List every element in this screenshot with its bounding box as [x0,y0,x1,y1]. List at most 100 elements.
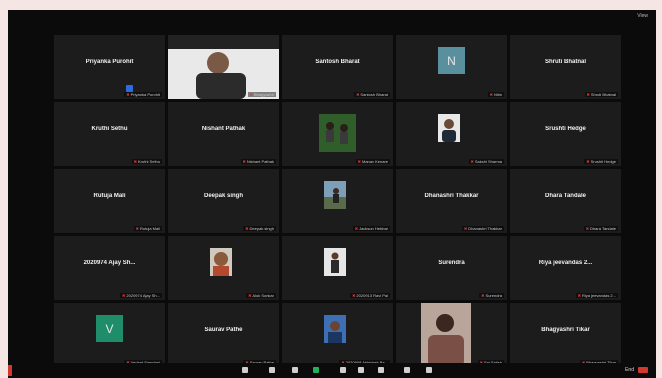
gallery-grid: Priyanka Purohit ✖Priyanka Purohit ✖Bhagya… [54,35,622,367]
participant-label: ✖Dhanashri Thakkar [461,226,504,231]
record-icon[interactable] [378,367,384,373]
participant-tile[interactable]: Rutuja Mali ✖Rutuja Mali [54,169,165,233]
mute-icon[interactable] [242,367,248,373]
participant-tile[interactable]: Nishant Pathak ✖Nishant Pathak [168,102,279,166]
participant-tile[interactable]: ✖Alok Sonkar [168,236,279,300]
participant-label: ✖Jackson Hebbar [352,226,390,231]
participant-tile[interactable]: ✖Sakshi Sharma [396,102,507,166]
muted-mic-icon: ✖ [245,226,249,231]
participant-label-text: 2020974 Ajay Sh... [126,293,160,298]
participant-label: ✖Priyanka Purohit [124,92,162,97]
participant-tile[interactable]: Surendra ✖Surendra [396,236,507,300]
participant-video [168,35,279,99]
muted-mic-icon: ✖ [354,226,359,231]
muted-mic-icon: ✖ [249,92,253,97]
participant-tile[interactable]: ✖Jackson Hebbar [282,169,393,233]
participant-label-text: Srushti Hedge [590,159,616,164]
muted-mic-icon: ✖ [352,293,356,298]
participant-label-text: 2020913 Ravi Pal [356,293,388,298]
participant-name: Bhagyashri Tikar [541,327,590,333]
participant-label-text: Rutuja Mali [139,226,160,231]
participant-tile[interactable]: ✖2020908 Abhishek Ba... [282,303,393,367]
muted-mic-icon: ✖ [481,293,485,298]
participant-name: Nishant Pathak [201,126,246,132]
participant-label: ✖Manav Kenare [355,159,390,164]
end-button[interactable] [638,367,648,373]
participant-label: ✖Bhagyashri [247,92,276,97]
participant-label-text: Priyanka Purohit [130,92,160,97]
top-bar: View [8,10,656,28]
participant-label: ✖Riya jeevandas 2... [575,293,618,298]
participant-tile[interactable]: ✖Manav Kenare [282,102,393,166]
participant-label-text: Sakshi Sharma [474,159,502,164]
participant-tile[interactable]: 2020974 Ajay Sh... ✖2020974 Ajay Sh... [54,236,165,300]
participant-name: Riya jeevandas 2... [538,260,593,266]
participant-tile[interactable]: N ✖Nitin [396,35,507,99]
participant-name: Surendra [438,260,465,266]
end-label: End [625,367,634,373]
participant-tile[interactable]: ✖2020913 Ravi Pal [282,236,393,300]
muted-mic-icon: ✖ [586,159,590,164]
participant-photo [324,248,346,276]
muted-mic-icon: ✖ [463,226,468,231]
participant-name: Srushti Hedge [545,126,586,132]
video-icon[interactable] [269,367,275,373]
participant-tile[interactable]: Santosh Bharat ✖Santosh Bharat [282,35,393,99]
participant-name: Deepak singh [203,193,243,199]
participant-label-text: Nishant Pathak [246,159,274,164]
participant-photo [324,181,346,209]
participant-tile[interactable]: Priyanka Purohit ✖Priyanka Purohit [54,35,165,99]
participant-label: ✖Surendra [479,293,504,298]
participant-label: ✖Shruti Bhatnal [584,92,618,97]
muted-mic-icon: ✖ [126,92,130,97]
reactions-icon[interactable] [404,367,410,373]
participant-video [282,102,393,166]
participant-tile[interactable]: Deepak singh ✖Deepak singh [168,169,279,233]
security-icon[interactable] [292,367,298,373]
participant-name: Kruthi Sethu [91,126,128,132]
participant-photo [438,114,460,142]
recording-indicator [8,365,12,376]
participant-tile[interactable]: Shruti Bhatnal ✖Shruti Bhatnal [510,35,621,99]
participant-label-text: Alok Sonkar [252,293,274,298]
participant-tile[interactable]: Bhagyashri Tikar✖Bhagyashri Tikar [510,303,621,367]
participant-label: ✖Alok Sonkar [246,293,276,298]
participant-tile[interactable]: Dhara Tandale ✖Dhara Tandale [510,169,621,233]
participant-label: ✖Nishant Pathak [240,159,276,164]
participant-label: ✖Deepak singh [243,226,276,231]
participant-tile[interactable]: ✖Bhagyashri [168,35,279,99]
chat-icon[interactable] [340,367,346,373]
meeting-window: View Priyanka Purohit ✖Priyanka Purohit ✖B… [8,10,656,378]
participant-label-text: Jackson Hebbar [359,226,388,231]
participant-tile[interactable]: Riya jeevandas 2... ✖Riya jeevandas 2... [510,236,621,300]
participant-tile[interactable]: ✖Sai Satish [396,303,507,367]
muted-mic-icon: ✖ [122,293,126,298]
participant-tile[interactable]: V✖Vedant Samdani [54,303,165,367]
participant-tile[interactable]: Saurav Pathe✖Saurav Pathe [168,303,279,367]
participant-label: ✖Kruthi Sethu [131,159,162,164]
participant-name: Saurav Pathe [204,327,243,333]
participant-tile[interactable]: Srushti Hedge ✖Srushti Hedge [510,102,621,166]
participant-photo [210,248,232,276]
participant-name: Rutuja Mali [93,193,126,199]
share-icon[interactable] [358,367,364,373]
participant-avatar: N [438,47,465,74]
meeting-controls: End [8,363,656,378]
view-button[interactable]: View [637,13,648,19]
more-icon[interactable] [426,367,432,373]
participant-avatar: V [96,315,123,342]
muted-mic-icon: ✖ [577,293,581,298]
muted-mic-icon: ✖ [586,92,590,97]
participant-tile[interactable]: Dhanashri Thakkar ✖Dhanashri Thakkar [396,169,507,233]
muted-mic-icon: ✖ [248,293,252,298]
participant-label: ✖Santosh Bharat [354,92,390,97]
participant-label: ✖Rutuja Mali [133,226,162,231]
participant-label-text: Kruthi Sethu [137,159,160,164]
participant-name: 2020974 Ajay Sh... [83,260,136,266]
participant-label-text: Riya jeevandas 2... [581,293,616,298]
muted-mic-icon: ✖ [356,92,360,97]
participant-tile[interactable]: Kruthi Sethu ✖Kruthi Sethu [54,102,165,166]
participant-label: ✖Srushti Hedge [584,159,618,164]
participants-icon[interactable] [313,367,319,373]
participant-video [396,303,507,367]
